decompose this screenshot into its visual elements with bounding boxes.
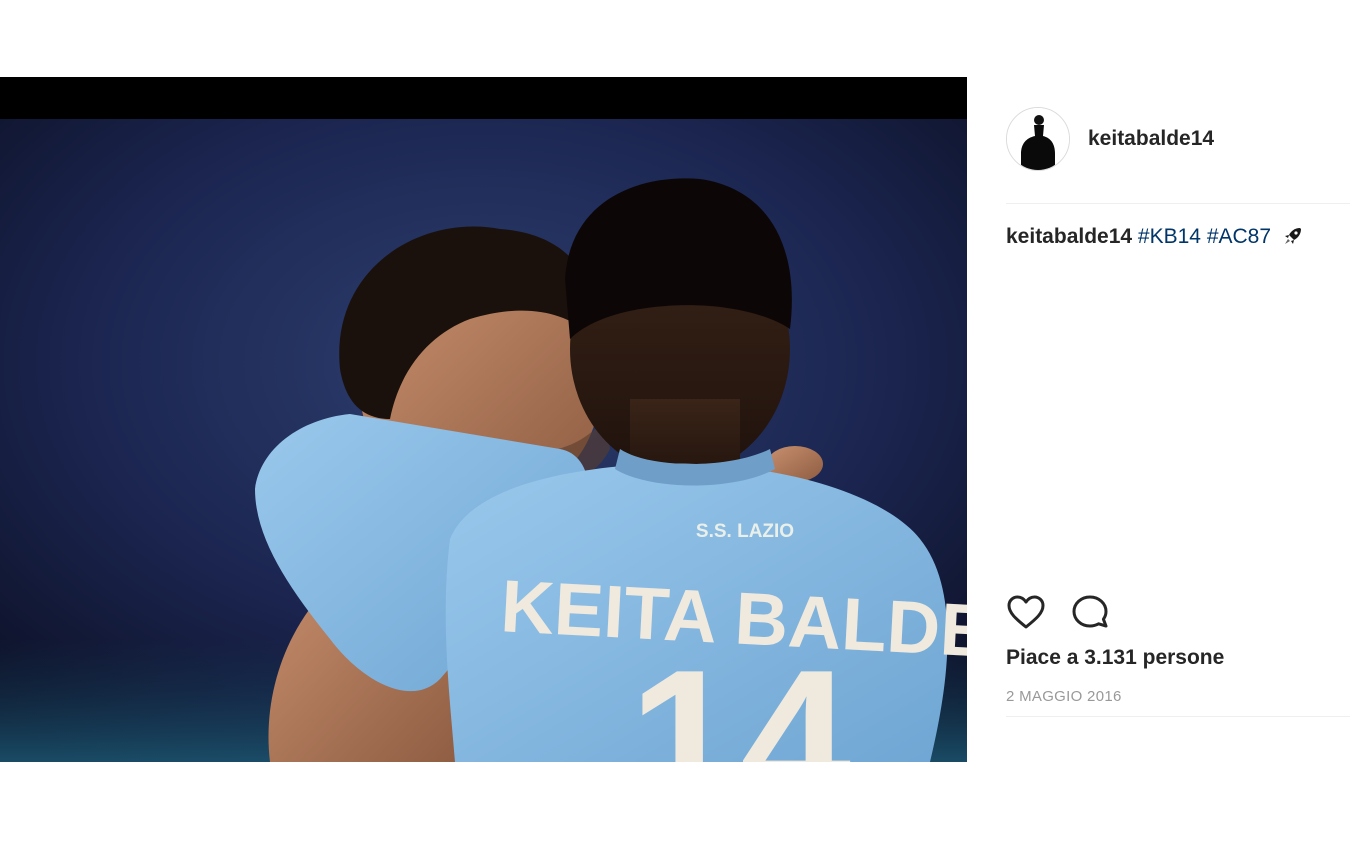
post-sidebar: keitabalde14 keitabalde14 #KB14 #AC87 Pi… [1006, 77, 1350, 762]
hashtag-kb14[interactable]: #KB14 [1138, 225, 1201, 248]
post-username[interactable]: keitabalde14 [1088, 127, 1214, 151]
post-date[interactable]: 2 MAGGIO 2016 [1006, 688, 1122, 705]
hashtag-ac87[interactable]: #AC87 [1207, 225, 1271, 248]
comment-button[interactable] [1070, 593, 1110, 633]
like-button[interactable] [1006, 593, 1046, 633]
likes-count[interactable]: Piace a 3.131 persone [1006, 646, 1224, 670]
post-photo[interactable]: S.S. LAZIO KEITA BALDE 14 [0, 77, 967, 762]
rocket-icon [1283, 226, 1303, 253]
post-caption: keitabalde14 #KB14 #AC87 [1006, 224, 1350, 253]
photo-letterbox-band [0, 77, 967, 119]
comment-icon [1072, 595, 1108, 628]
instagram-post: S.S. LAZIO KEITA BALDE 14 keitabalde14 k… [0, 77, 1350, 762]
header-divider [1006, 203, 1350, 204]
post-actions [1006, 593, 1350, 633]
caption-username[interactable]: keitabalde14 [1006, 225, 1132, 248]
footer-divider [1006, 716, 1350, 717]
heart-icon [1007, 595, 1045, 629]
jersey-club: S.S. LAZIO [696, 521, 794, 542]
photo-illustration: S.S. LAZIO KEITA BALDE 14 [0, 119, 967, 762]
profile-avatar-icon [1007, 108, 1069, 170]
avatar[interactable] [1006, 107, 1070, 171]
post-header: keitabalde14 [1006, 107, 1350, 171]
jersey-number: 14 [629, 629, 851, 762]
